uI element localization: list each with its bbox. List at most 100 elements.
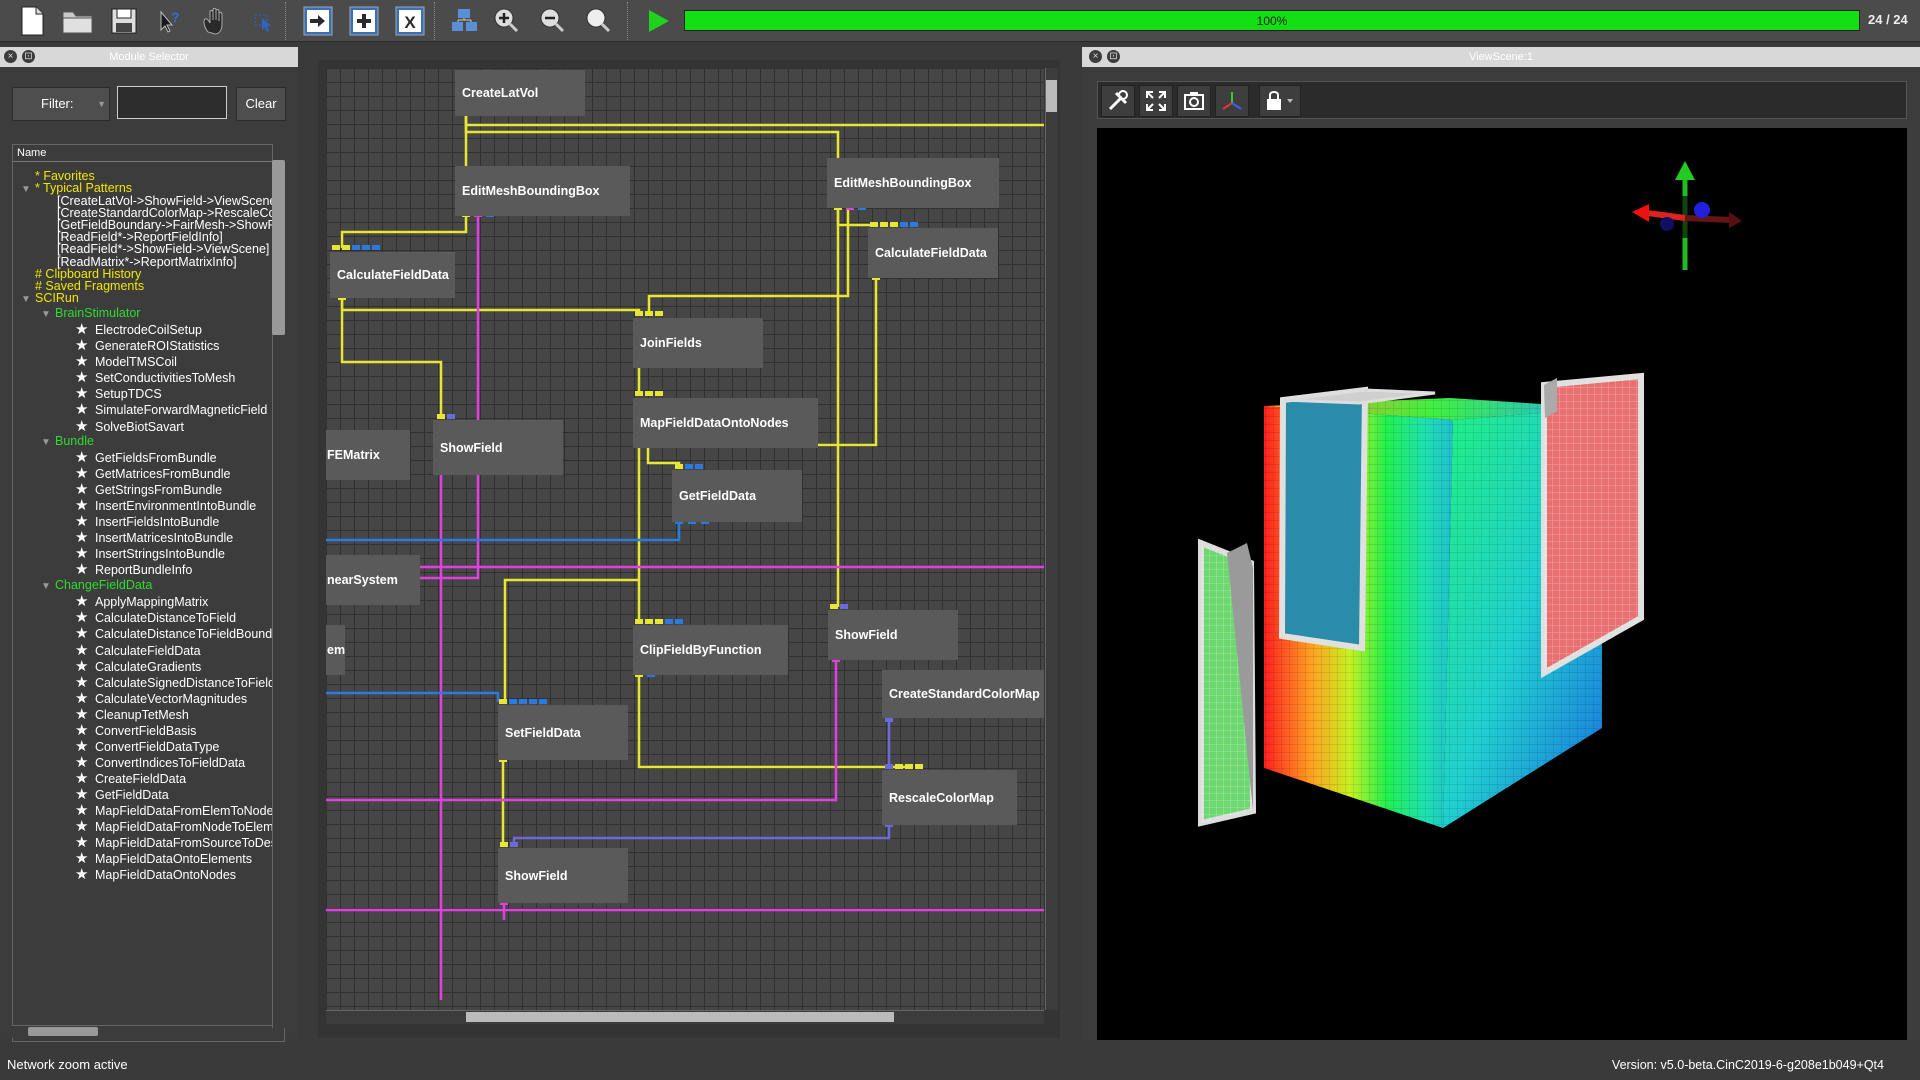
module-list-item[interactable]: ★ MapFieldDataOntoElements bbox=[75, 851, 252, 867]
module-list-item[interactable]: ★ GetFieldsFromBundle bbox=[75, 450, 217, 466]
module-list-item[interactable]: ★ GetFieldData bbox=[75, 787, 169, 803]
favorite-star-icon[interactable]: ★ bbox=[75, 610, 95, 625]
favorite-star-icon[interactable]: ★ bbox=[75, 787, 95, 802]
module-editmeshboundingbox[interactable]: EditMeshBoundingBox bbox=[455, 166, 630, 216]
module-list-item[interactable]: ★ MapFieldDataFromElemToNode bbox=[75, 803, 274, 819]
module-list-item[interactable]: ★ MapFieldDataOntoNodes bbox=[75, 867, 236, 883]
favorite-star-icon[interactable]: ★ bbox=[75, 546, 95, 561]
expand-triangle-icon[interactable]: ▼ bbox=[21, 292, 35, 307]
module-list-item[interactable]: ★ ModelTMSCoil bbox=[75, 354, 177, 370]
module-list-item[interactable]: ★ InsertStringsIntoBundle bbox=[75, 546, 225, 562]
module-list-item[interactable]: ★ ConvertIndicesToFieldData bbox=[75, 755, 245, 771]
module-mapfielddataontonodes[interactable]: MapFieldDataOntoNodes bbox=[633, 398, 818, 448]
module-fematrix[interactable]: FEMatrix bbox=[326, 430, 410, 480]
expand-triangle-icon[interactable]: ▼ bbox=[41, 579, 55, 594]
clear-filter-button[interactable]: Clear bbox=[236, 87, 286, 121]
float-panel-icon[interactable]: ⊡ bbox=[1107, 50, 1120, 63]
favorite-star-icon[interactable]: ★ bbox=[75, 322, 95, 337]
module-joinfields[interactable]: JoinFields bbox=[633, 318, 763, 368]
module-list-item[interactable]: ★ CalculateGradients bbox=[75, 659, 201, 675]
zoom-in-icon[interactable] bbox=[488, 3, 524, 39]
module-rescalecolormap[interactable]: RescaleColorMap bbox=[882, 770, 1017, 825]
execute-all-icon[interactable] bbox=[300, 3, 336, 39]
favorite-star-icon[interactable]: ★ bbox=[75, 739, 95, 754]
favorite-star-icon[interactable]: ★ bbox=[75, 867, 95, 882]
module-list-item[interactable]: ★ SetConductivitiesToMesh bbox=[75, 370, 235, 386]
favorite-star-icon[interactable]: ★ bbox=[75, 450, 95, 465]
filter-dropdown-button[interactable]: Filter: ▼ bbox=[12, 87, 110, 121]
module-list-item[interactable]: ★ SetupTDCS bbox=[75, 386, 162, 402]
orientation-axes-icon[interactable] bbox=[1215, 85, 1249, 117]
module-list-item[interactable]: ★ ConvertFieldDataType bbox=[75, 739, 219, 755]
configure-tools-icon[interactable] bbox=[1101, 85, 1135, 117]
expand-triangle-icon[interactable]: ▼ bbox=[41, 435, 55, 450]
favorite-star-icon[interactable]: ★ bbox=[75, 851, 95, 866]
3d-render-viewport[interactable] bbox=[1097, 128, 1907, 1040]
new-network-icon[interactable] bbox=[14, 3, 50, 39]
module-list-item[interactable]: ★ SolveBiotSavart bbox=[75, 419, 184, 435]
pan-hand-icon[interactable] bbox=[198, 3, 234, 39]
favorite-star-icon[interactable]: ★ bbox=[75, 659, 95, 674]
module-list-item[interactable]: ★MapFieldDataFromSourceToDestination bbox=[75, 835, 284, 851]
module-showfield[interactable]: ShowField bbox=[498, 848, 628, 903]
module-list-item[interactable]: ★ CalculateVectorMagnitudes bbox=[75, 691, 247, 707]
tree-horizontal-scroll-thumb[interactable] bbox=[28, 1027, 98, 1036]
favorite-star-icon[interactable]: ★ bbox=[75, 707, 95, 722]
favorite-star-icon[interactable]: ★ bbox=[75, 675, 95, 690]
add-module-icon[interactable] bbox=[346, 3, 382, 39]
favorite-star-icon[interactable]: ★ bbox=[75, 386, 95, 401]
module-list-item[interactable]: ★ CreateFieldData bbox=[75, 771, 186, 787]
module-list-item[interactable]: ★ InsertEnvironmentIntoBundle bbox=[75, 498, 256, 514]
screenshot-camera-icon[interactable] bbox=[1177, 85, 1211, 117]
module-em[interactable]: em bbox=[326, 625, 345, 675]
module-list-item[interactable]: ★ ConvertFieldBasis bbox=[75, 723, 196, 739]
layout-grid-icon[interactable] bbox=[446, 3, 482, 39]
module-getfielddata[interactable]: GetFieldData bbox=[672, 470, 802, 522]
module-clipfieldbyfunction[interactable]: ClipFieldByFunction bbox=[633, 625, 788, 675]
remove-module-icon[interactable]: X bbox=[392, 3, 428, 39]
favorite-star-icon[interactable]: ★ bbox=[75, 594, 95, 609]
module-list-item[interactable]: ★ MapFieldDataFromNodeToElem bbox=[75, 819, 274, 835]
module-list-item[interactable]: ★ ApplyMappingMatrix bbox=[75, 594, 208, 610]
module-list-item[interactable]: ★ CalculateDistanceToField bbox=[75, 610, 236, 626]
favorite-star-icon[interactable]: ★ bbox=[75, 562, 95, 577]
favorite-star-icon[interactable]: ★ bbox=[75, 771, 95, 786]
tree-category[interactable]: ▼ SCIRun bbox=[21, 291, 79, 307]
favorite-star-icon[interactable]: ★ bbox=[75, 498, 95, 513]
favorite-star-icon[interactable]: ★ bbox=[75, 643, 95, 658]
run-play-icon[interactable] bbox=[640, 3, 676, 39]
favorite-star-icon[interactable]: ★ bbox=[75, 419, 95, 434]
module-list-item[interactable]: ★ CleanupTetMesh bbox=[75, 707, 189, 723]
expand-triangle-icon[interactable]: ▼ bbox=[41, 307, 55, 322]
favorite-star-icon[interactable]: ★ bbox=[75, 691, 95, 706]
whats-this-icon[interactable]: ? bbox=[152, 3, 188, 39]
favorite-star-icon[interactable]: ★ bbox=[75, 819, 95, 834]
tree-category[interactable]: ▼ Bundle bbox=[41, 434, 94, 450]
favorite-star-icon[interactable]: ★ bbox=[75, 626, 95, 641]
module-setfielddata[interactable]: SetFieldData bbox=[498, 705, 628, 760]
module-createstandardcolormap[interactable]: CreateStandardColorMap bbox=[882, 670, 1044, 718]
module-createlatvol[interactable]: CreateLatVol bbox=[455, 70, 585, 116]
favorite-star-icon[interactable]: ★ bbox=[75, 723, 95, 738]
module-list-item[interactable]: ★ ReportBundleInfo bbox=[75, 562, 192, 578]
tree-category[interactable]: ▼ ChangeFieldData bbox=[41, 578, 152, 594]
module-list-item[interactable]: ★ InsertFieldsIntoBundle bbox=[75, 514, 219, 530]
module-nearsystem[interactable]: nearSystem bbox=[326, 555, 420, 605]
zoom-reset-icon[interactable] bbox=[580, 3, 616, 39]
module-list-item[interactable]: ★ ElectrodeCoilSetup bbox=[75, 322, 202, 338]
close-panel-icon[interactable]: × bbox=[1089, 50, 1102, 63]
autoview-fullscreen-icon[interactable] bbox=[1139, 85, 1173, 117]
tree-vertical-scroll-thumb[interactable] bbox=[272, 160, 285, 335]
network-vertical-scroll-thumb[interactable] bbox=[1046, 80, 1057, 112]
favorite-star-icon[interactable]: ★ bbox=[75, 530, 95, 545]
module-list-item[interactable]: ★ CalculateDistanceToFieldBoundary bbox=[75, 626, 284, 642]
lock-dropdown-icon[interactable] bbox=[1259, 85, 1301, 117]
module-list-item[interactable]: ★ SimulateForwardMagneticField bbox=[75, 402, 267, 418]
favorite-star-icon[interactable]: ★ bbox=[75, 835, 95, 850]
favorite-star-icon[interactable]: ★ bbox=[75, 338, 95, 353]
module-list-item[interactable]: ★ GenerateROIStatistics bbox=[75, 338, 219, 354]
favorite-star-icon[interactable]: ★ bbox=[75, 402, 95, 417]
favorite-star-icon[interactable]: ★ bbox=[75, 755, 95, 770]
module-showfield[interactable]: ShowField bbox=[433, 420, 563, 475]
save-icon[interactable] bbox=[106, 3, 142, 39]
